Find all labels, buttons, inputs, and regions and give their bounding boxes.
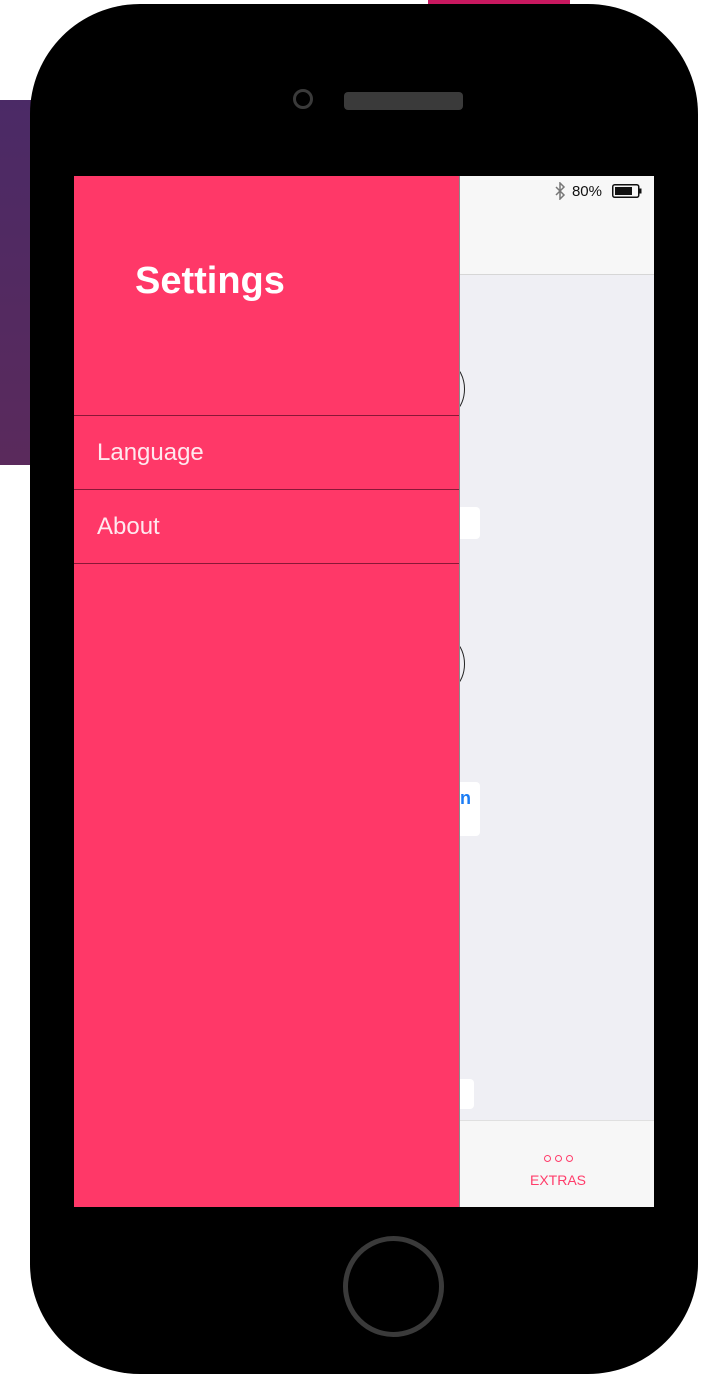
drawer-title: Settings xyxy=(135,260,285,302)
battery-percent: 80% xyxy=(571,182,602,200)
home-button[interactable] xyxy=(343,1236,444,1337)
speaker-grille xyxy=(344,92,463,110)
menu-item-language[interactable]: Language xyxy=(74,416,459,490)
drawer-menu: Language About xyxy=(74,415,459,564)
tab-extras-label: EXTRAS xyxy=(529,1172,586,1188)
navigation-drawer: Settings Language About xyxy=(74,176,460,1207)
phone-screen: 80% n EXTRAS Settings Language About xyxy=(74,176,654,1207)
camera-icon xyxy=(293,89,313,109)
menu-item-about[interactable]: About xyxy=(74,490,459,564)
battery-icon xyxy=(612,184,642,198)
tab-extras[interactable]: EXTRAS xyxy=(518,1155,598,1188)
content-button-text: n xyxy=(460,788,471,808)
status-indicators: 80% xyxy=(554,182,642,200)
more-dots-icon xyxy=(518,1155,598,1162)
bluetooth-icon xyxy=(555,182,566,200)
